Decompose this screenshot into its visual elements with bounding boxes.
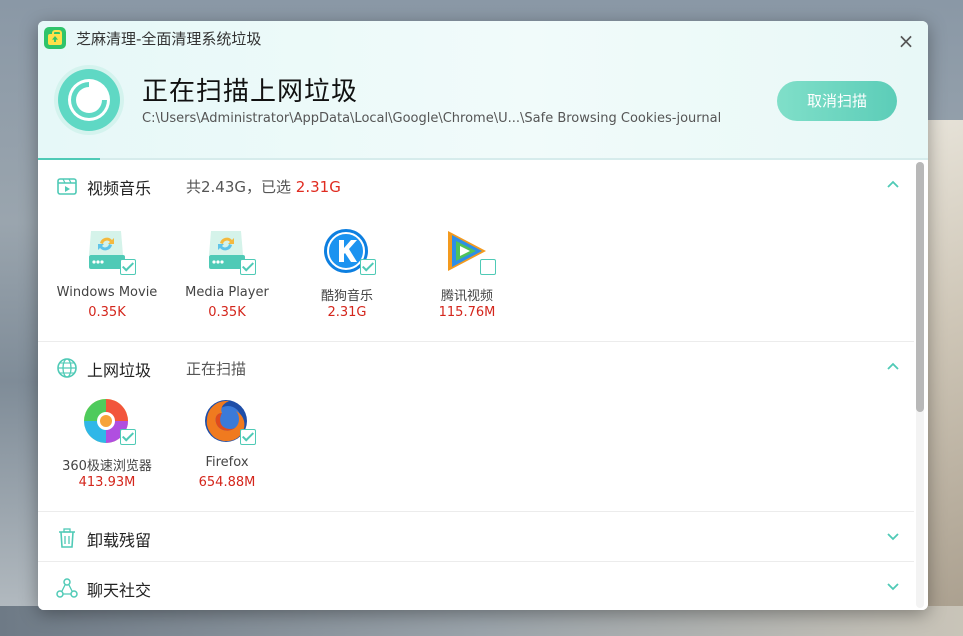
window-title: 芝麻清理-全面清理系统垃圾 <box>76 30 262 48</box>
checkbox[interactable] <box>240 429 256 445</box>
app-item-media-player[interactable]: Media Player 0.35K <box>172 227 282 337</box>
app-size: 413.93M <box>78 475 136 490</box>
app-name: 360极速浏览器 <box>62 459 152 474</box>
selected-size: 2.31G <box>295 178 341 196</box>
section-chat-social-header[interactable]: 聊天社交 <box>38 562 914 610</box>
checkbox[interactable] <box>240 259 256 275</box>
app-size: 0.35K <box>208 305 246 320</box>
scan-current-path: C:\Users\Administrator\AppData\Local\Goo… <box>142 111 722 126</box>
scrollbar[interactable] <box>916 162 924 608</box>
window-header: 芝麻清理-全面清理系统垃圾 × 正在扫描上网垃圾 C:\Users\Admini… <box>38 21 928 160</box>
scan-results-list: 视频音乐 共2.43G，已选 2.31G Windows Movie 0.35K <box>38 160 928 610</box>
chevron-up-icon[interactable] <box>886 177 900 191</box>
chevron-up-icon[interactable] <box>886 359 900 373</box>
section-internet-junk: 上网垃圾 正在扫描 360极速浏览器 413.93M Firefox 654.8… <box>38 342 914 512</box>
checkbox[interactable] <box>360 259 376 275</box>
section-title: 视频音乐 <box>87 179 152 198</box>
section-uninstall-residue: 卸载残留 <box>38 512 914 562</box>
app-item-kugou[interactable]: 酷狗音乐 2.31G <box>292 227 402 337</box>
checkbox[interactable] <box>120 429 136 445</box>
checkbox[interactable] <box>120 259 136 275</box>
chevron-down-icon[interactable] <box>886 579 900 593</box>
chevron-down-icon[interactable] <box>886 529 900 543</box>
trash-icon <box>59 528 75 548</box>
section-chat-social: 聊天社交 <box>38 562 914 610</box>
section-title: 聊天社交 <box>87 581 152 600</box>
section-internet-junk-header[interactable]: 上网垃圾 正在扫描 <box>38 342 914 392</box>
app-name: 酷狗音乐 <box>320 289 373 304</box>
video-music-icon <box>57 178 77 195</box>
app-item-firefox[interactable]: Firefox 654.88M <box>172 397 282 507</box>
section-summary: 共2.43G，已选 2.31G <box>186 178 341 196</box>
social-network-icon <box>56 578 78 598</box>
close-button[interactable]: × <box>896 31 916 51</box>
app-name: Media Player <box>185 285 269 300</box>
section-uninstall-residue-header[interactable]: 卸载残留 <box>38 512 914 562</box>
app-logo-icon <box>44 27 66 49</box>
app-size: 654.88M <box>198 475 256 490</box>
app-name: Firefox <box>205 455 249 470</box>
app-item-tencent-video[interactable]: 腾讯视频 115.76M <box>412 227 522 337</box>
section-video-music-header[interactable]: 视频音乐 共2.43G，已选 2.31G <box>38 160 914 210</box>
desktop-wallpaper-floor <box>0 606 963 636</box>
app-size: 2.31G <box>327 305 367 320</box>
app-name: 腾讯视频 <box>440 289 493 304</box>
app-name: Windows Movie <box>56 285 158 300</box>
section-video-music: 视频音乐 共2.43G，已选 2.31G Windows Movie 0.35K <box>38 160 914 342</box>
section-title: 上网垃圾 <box>87 361 152 380</box>
app-size: 115.76M <box>438 305 496 320</box>
cancel-scan-button[interactable]: 取消扫描 <box>777 81 897 121</box>
section-title: 卸载残留 <box>87 531 152 550</box>
scan-status-title: 正在扫描上网垃圾 <box>142 77 359 107</box>
app-size: 0.35K <box>88 305 126 320</box>
scan-progress-ring-icon <box>58 69 120 131</box>
section-summary: 正在扫描 <box>186 360 247 378</box>
scrollbar-thumb[interactable] <box>916 162 924 412</box>
cleaner-window: 芝麻清理-全面清理系统垃圾 × 正在扫描上网垃圾 C:\Users\Admini… <box>38 21 928 610</box>
checkbox[interactable] <box>480 259 496 275</box>
globe-icon <box>57 358 77 378</box>
app-item-360-browser[interactable]: 360极速浏览器 413.93M <box>52 397 162 507</box>
app-item-windows-movie[interactable]: Windows Movie 0.35K <box>52 227 162 337</box>
